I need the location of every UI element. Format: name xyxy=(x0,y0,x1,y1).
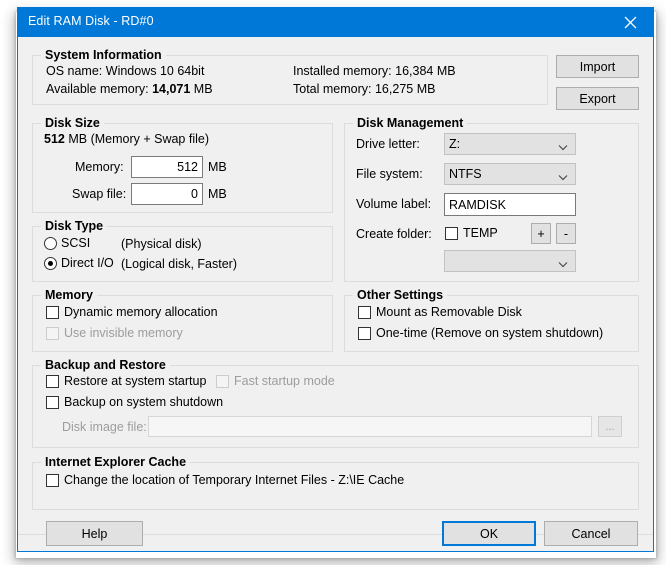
checkbox-one-time[interactable]: One-time (Remove on system shutdown) xyxy=(358,326,603,340)
close-icon xyxy=(624,16,637,29)
memory-size-unit: MB xyxy=(208,160,227,174)
one-time-label: One-time (Remove on system shutdown) xyxy=(376,326,604,340)
radio-direct-io[interactable]: Direct I/O xyxy=(44,256,114,270)
disk-image-file-input[interactable] xyxy=(148,416,592,437)
export-button[interactable]: Export xyxy=(556,87,639,110)
dialog-client-area: System Information OS name: Windows 10 6… xyxy=(18,37,653,551)
chevron-down-icon xyxy=(558,171,568,181)
backup-shutdown-label: Backup on system shutdown xyxy=(64,395,224,409)
drive-letter-value: Z: xyxy=(449,137,461,151)
disk-size-title: Disk Size xyxy=(41,116,104,130)
checkbox-restore-at-startup[interactable]: Restore at system startup xyxy=(46,374,206,388)
drive-letter-label: Drive letter: xyxy=(356,137,420,151)
direct-io-label: Direct I/O xyxy=(61,256,114,270)
disk-type-group: Disk Type xyxy=(32,219,333,282)
ie-cache-title: Internet Explorer Cache xyxy=(41,455,191,469)
os-name-label: OS name: Windows 10 64bit xyxy=(46,64,205,78)
cancel-button[interactable]: Cancel xyxy=(544,521,638,546)
import-button[interactable]: Import xyxy=(556,55,639,78)
total-memory-label: Total memory: 16,275 MB xyxy=(293,82,436,96)
scsi-radio-indicator xyxy=(44,236,57,250)
removable-disk-label: Mount as Removable Disk xyxy=(376,305,522,319)
chevron-down-icon xyxy=(558,141,568,151)
close-button[interactable] xyxy=(608,8,653,37)
memory-group: Memory xyxy=(32,288,333,352)
available-memory-label: Available memory: 14,071 MB xyxy=(46,82,213,96)
create-folder-checkbox-indicator xyxy=(445,226,458,240)
chevron-down-icon xyxy=(558,258,568,268)
other-settings-group: Other Settings xyxy=(344,288,639,352)
system-information-title: System Information xyxy=(41,48,166,62)
other-settings-title: Other Settings xyxy=(353,288,448,302)
file-system-value: NTFS xyxy=(449,167,482,181)
checkbox-use-invisible-memory[interactable]: Use invisible memory xyxy=(46,326,183,340)
ok-button[interactable]: OK xyxy=(442,521,536,546)
browse-disk-image-button[interactable]: ... xyxy=(598,416,622,437)
file-system-label: File system: xyxy=(356,167,423,181)
drive-letter-combo[interactable]: Z: xyxy=(444,133,576,155)
dynamic-memory-checkbox-indicator xyxy=(46,305,59,319)
disk-management-title: Disk Management xyxy=(353,116,468,130)
backup-shutdown-checkbox-indicator xyxy=(46,395,59,409)
add-folder-button[interactable]: + xyxy=(531,223,551,244)
checkbox-backup-on-shutdown[interactable]: Backup on system shutdown xyxy=(46,395,223,409)
window-shadow: Edit RAM Disk - RD#0 System Information … xyxy=(0,0,666,565)
checkbox-dynamic-memory-allocation[interactable]: Dynamic memory allocation xyxy=(46,305,218,319)
direct-io-radio-indicator xyxy=(44,256,57,270)
swap-file-unit: MB xyxy=(208,187,227,201)
backup-restore-title: Backup and Restore xyxy=(41,358,170,372)
radio-scsi[interactable]: SCSI xyxy=(44,236,90,250)
installed-memory-label: Installed memory: 16,384 MB xyxy=(293,64,456,78)
scsi-label: SCSI xyxy=(61,236,91,250)
help-button[interactable]: Help xyxy=(46,521,143,546)
use-invisible-memory-checkbox-indicator xyxy=(46,326,59,340)
system-information-group: System Information xyxy=(32,48,548,105)
checkbox-change-ie-cache-location[interactable]: Change the location of Temporary Interne… xyxy=(46,473,404,487)
checkbox-fast-startup-mode[interactable]: Fast startup mode xyxy=(216,374,335,388)
title-bar: Edit RAM Disk - RD#0 xyxy=(18,8,653,37)
swap-file-input[interactable]: 0 xyxy=(131,183,203,205)
disk-size-total: 512 MB (Memory + Swap file) xyxy=(44,132,209,146)
window-title: Edit RAM Disk - RD#0 xyxy=(28,14,154,28)
restore-startup-label: Restore at system startup xyxy=(64,374,207,388)
file-system-combo[interactable]: NTFS xyxy=(444,163,576,185)
edit-ram-disk-dialog: Edit RAM Disk - RD#0 System Information … xyxy=(17,7,654,552)
ie-cache-label: Change the location of Temporary Interne… xyxy=(64,473,405,487)
restore-startup-checkbox-indicator xyxy=(46,374,59,388)
memory-size-label: Memory: xyxy=(75,160,124,174)
disk-type-title: Disk Type xyxy=(41,219,108,233)
one-time-checkbox-indicator xyxy=(358,326,371,340)
folder-list-combo[interactable] xyxy=(444,250,576,272)
create-folder-label: Create folder: xyxy=(356,227,432,241)
disk-image-file-label: Disk image file: xyxy=(62,420,147,434)
fast-startup-label: Fast startup mode xyxy=(234,374,335,388)
scsi-note: (Physical disk) xyxy=(121,237,202,251)
memory-size-input[interactable]: 512 xyxy=(131,156,203,178)
memory-title: Memory xyxy=(41,288,97,302)
dynamic-memory-label: Dynamic memory allocation xyxy=(64,305,218,319)
fast-startup-checkbox-indicator xyxy=(216,374,229,388)
use-invisible-memory-label: Use invisible memory xyxy=(64,326,183,340)
create-folder-temp-label: TEMP xyxy=(463,226,498,240)
removable-disk-checkbox-indicator xyxy=(358,305,371,319)
checkbox-create-folder-temp[interactable]: TEMP xyxy=(445,226,498,240)
volume-label-input[interactable]: RAMDISK xyxy=(444,193,576,216)
swap-file-label: Swap file: xyxy=(72,187,127,201)
checkbox-mount-as-removable-disk[interactable]: Mount as Removable Disk xyxy=(358,305,522,319)
remove-folder-button[interactable]: - xyxy=(556,223,576,244)
ie-cache-checkbox-indicator xyxy=(46,473,59,487)
volume-label-label: Volume label: xyxy=(356,197,432,211)
direct-io-note: (Logical disk, Faster) xyxy=(121,257,238,271)
